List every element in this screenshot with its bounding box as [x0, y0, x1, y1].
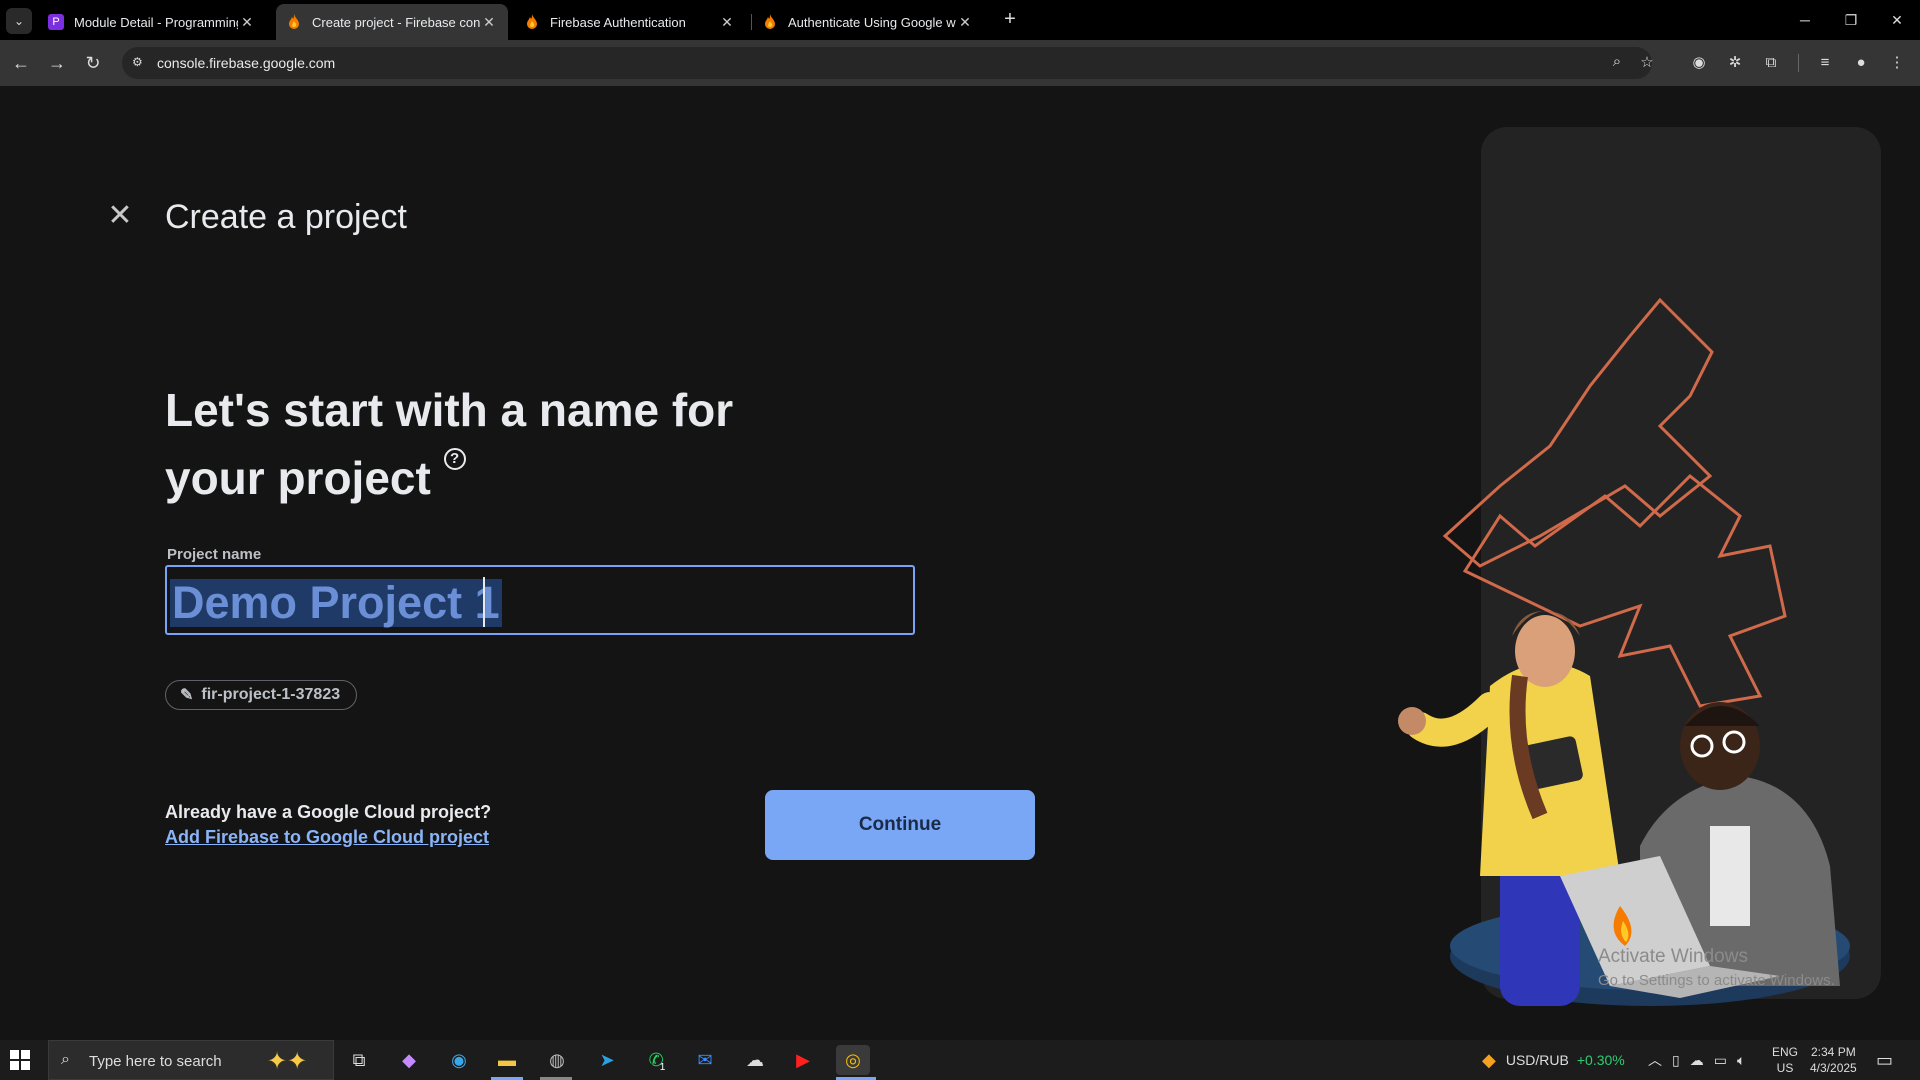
- headline-line-2: your project ?: [165, 444, 785, 512]
- tab-title: Module Detail - Programming H: [74, 14, 238, 30]
- tab-title: Authenticate Using Google with: [788, 14, 956, 30]
- close-icon[interactable]: ✕: [718, 14, 736, 31]
- clock-date: 4/3/2025: [1810, 1061, 1857, 1075]
- window-close-button[interactable]: ✕: [1874, 6, 1920, 34]
- youtube-icon[interactable]: ▶: [786, 1045, 820, 1075]
- project-name-value: Demo Project 1: [170, 577, 502, 628]
- currency-icon: ◆: [1482, 1049, 1496, 1070]
- project-name-label: Project name: [167, 546, 262, 563]
- url-text: console.firebase.google.com: [157, 55, 336, 71]
- app-shield-icon[interactable]: ◍: [540, 1045, 574, 1075]
- toolbar-divider: [1798, 54, 1799, 72]
- profile-avatar-icon[interactable]: ●: [1850, 52, 1872, 74]
- restore-button[interactable]: ❐: [1828, 6, 1874, 34]
- whatsapp-icon[interactable]: ✆ 1: [640, 1045, 674, 1075]
- copilot-app-icon[interactable]: ◆: [392, 1045, 426, 1075]
- telegram-icon[interactable]: ➤: [590, 1045, 624, 1075]
- currency-change: +0.30%: [1576, 1052, 1625, 1068]
- bookmark-star-icon[interactable]: ☆: [1636, 53, 1658, 75]
- messenger-icon[interactable]: ✉: [688, 1045, 722, 1075]
- taskbar-search-box[interactable]: ⌕ Type here to search ✦✦: [48, 1040, 334, 1080]
- windows-start-icon[interactable]: [10, 1050, 30, 1070]
- extension-record-icon[interactable]: ◉: [1688, 52, 1710, 74]
- close-icon[interactable]: ✕: [106, 201, 134, 231]
- edge-browser-icon[interactable]: ◉: [442, 1045, 476, 1075]
- zoom-icon[interactable]: ⌕: [1606, 53, 1628, 75]
- activate-windows-title: Activate Windows: [1598, 946, 1748, 967]
- page-title: Create a project: [165, 198, 407, 236]
- taskbar-search-placeholder: Type here to search: [89, 1053, 222, 1070]
- volume-icon[interactable]: 🔈︎: [1737, 1052, 1745, 1069]
- reload-button[interactable]: ↻: [80, 50, 106, 76]
- app-cloud-icon[interactable]: ☁: [738, 1045, 772, 1075]
- forward-button[interactable]: →: [44, 50, 70, 76]
- back-button[interactable]: ←: [8, 50, 34, 76]
- task-view-icon[interactable]: ⧉: [342, 1045, 376, 1075]
- minimize-button[interactable]: ─: [1782, 6, 1828, 34]
- firebase-flame-icon: [286, 14, 302, 30]
- file-explorer-icon[interactable]: ▬: [490, 1045, 524, 1075]
- continue-button[interactable]: Continue: [765, 790, 1035, 860]
- firebase-flame-icon: [524, 14, 540, 30]
- media-control-icon[interactable]: ≡: [1814, 52, 1836, 74]
- headline-line-2-text: your project: [165, 452, 431, 504]
- headline-line-1: Let's start with a name for: [165, 384, 734, 436]
- language-indicator[interactable]: ENG US: [1772, 1040, 1798, 1080]
- firebase-flame-icon: [762, 14, 778, 30]
- people-with-laptop-illustration: [1398, 297, 1850, 1006]
- menu-kebab-icon[interactable]: ⋮: [1886, 52, 1908, 74]
- tray-chevron-icon[interactable]: ︿: [1648, 1050, 1662, 1070]
- text-caret: [483, 577, 485, 627]
- chevron-down-icon: ⌄: [13, 14, 25, 28]
- system-tray-icons: ︿ ▯ ☁ ▭ 🔈︎: [1648, 1040, 1745, 1080]
- tab-create-project[interactable]: Create project - Firebase conso ✕: [276, 4, 508, 40]
- chrome-icon[interactable]: ◎: [836, 1045, 870, 1075]
- close-icon[interactable]: ✕: [238, 14, 256, 31]
- clock[interactable]: 2:34 PM 4/3/2025: [1810, 1040, 1857, 1080]
- search-icon: ⌕: [61, 1051, 70, 1068]
- cloud-project-question: Already have a Google Cloud project?: [165, 802, 492, 822]
- tab-module-detail[interactable]: P Module Detail - Programming H ✕: [38, 4, 266, 40]
- clock-time: 2:34 PM: [1811, 1045, 1856, 1059]
- tray-device-icon[interactable]: ▯: [1672, 1052, 1680, 1069]
- currency-widget[interactable]: ◆ USD/RUB +0.30%: [1482, 1040, 1625, 1080]
- windows-taskbar: ⌕ Type here to search ✦✦ ⧉ ◆ ◉ ▬ ◍ ➤ ✆ 1 …: [0, 1040, 1920, 1080]
- help-icon[interactable]: ?: [443, 448, 466, 470]
- module-favicon-icon: P: [48, 14, 64, 30]
- tab-strip: ⌄ P Module Detail - Programming H ✕ Crea…: [0, 0, 1920, 40]
- whatsapp-badge: 1: [659, 1061, 666, 1073]
- project-id-chip[interactable]: ✎ fir-project-1-37823: [165, 680, 358, 710]
- copilot-sparkle-icon: ✦✦: [267, 1048, 308, 1075]
- currency-pair: USD/RUB: [1505, 1052, 1569, 1068]
- extensions-puzzle-icon[interactable]: ⧉: [1760, 52, 1782, 74]
- tab-firebase-auth[interactable]: Firebase Authentication ✕: [514, 4, 746, 40]
- language-code: ENG: [1772, 1045, 1799, 1059]
- firebase-create-project-page: ✕ Create a project Let's start with a na…: [0, 86, 1920, 1040]
- tab-search-button[interactable]: ⌄: [6, 8, 32, 34]
- pencil-icon: ✎: [180, 687, 194, 704]
- tab-authenticate-google[interactable]: Authenticate Using Google with ✕: [752, 4, 984, 40]
- new-tab-button[interactable]: +: [996, 8, 1024, 32]
- headline: Let's start with a name for your project…: [165, 376, 785, 512]
- address-bar[interactable]: ⚙ console.firebase.google.com ⌕ ☆: [122, 47, 1654, 79]
- notification-center-icon[interactable]: ▭: [1876, 1040, 1893, 1080]
- project-name-input[interactable]: Demo Project 1: [165, 565, 915, 635]
- add-firebase-to-cloud-link[interactable]: Add Firebase to Google Cloud project: [165, 827, 489, 848]
- tab-title: Create project - Firebase conso: [312, 14, 480, 30]
- close-icon[interactable]: ✕: [956, 14, 974, 31]
- onedrive-icon[interactable]: ☁: [1690, 1052, 1704, 1069]
- project-id-text: fir-project-1-37823: [201, 686, 341, 703]
- activate-windows-subtitle: Go to Settings to activate Windows.: [1598, 972, 1835, 989]
- network-icon[interactable]: ▭: [1714, 1052, 1727, 1069]
- extension-gear-icon[interactable]: ✲: [1724, 52, 1746, 74]
- tab-title: Firebase Authentication: [550, 14, 686, 30]
- region-code: US: [1776, 1061, 1794, 1075]
- site-info-icon[interactable]: ⚙: [132, 55, 148, 71]
- close-icon[interactable]: ✕: [480, 14, 498, 31]
